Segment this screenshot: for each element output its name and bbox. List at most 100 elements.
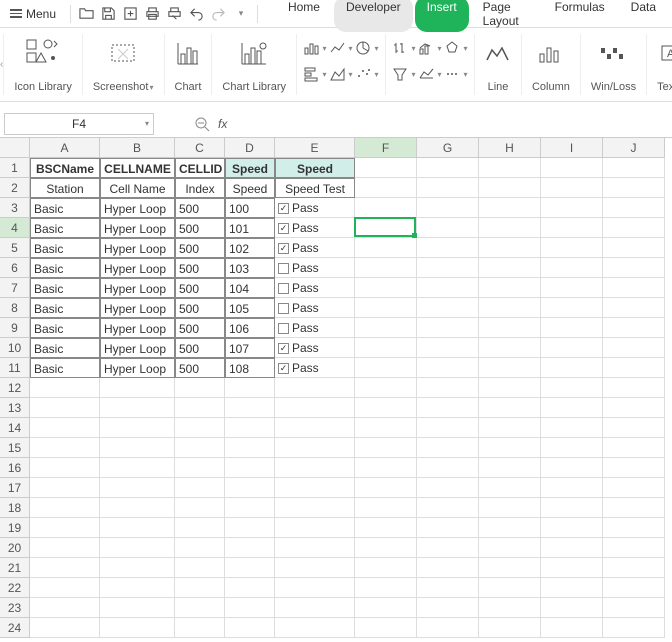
cell-F20[interactable] [355,538,417,558]
cell-H23[interactable] [479,598,541,618]
print-preview-icon[interactable] [167,6,183,22]
cell-G20[interactable] [417,538,479,558]
row-header-1[interactable]: 1 [0,158,30,178]
redo-icon[interactable] [211,6,227,22]
stock-chart-icon[interactable]: ▾ [392,36,416,60]
cell-F15[interactable] [355,438,417,458]
cell-H8[interactable] [479,298,541,318]
cell-E1[interactable]: Speed [275,158,355,178]
ribbon-group-sparkline-column[interactable]: Column [522,34,581,95]
column-header-F[interactable]: F [355,138,417,158]
cell-I20[interactable] [541,538,603,558]
customize-qat-icon[interactable]: ▾ [233,6,249,22]
row-header-22[interactable]: 22 [0,578,30,598]
cell-G14[interactable] [417,418,479,438]
cell-D24[interactable] [225,618,275,638]
cell-H22[interactable] [479,578,541,598]
cell-C6[interactable]: 500 [175,258,225,278]
cell-A23[interactable] [30,598,100,618]
cell-A19[interactable] [30,518,100,538]
cell-F23[interactable] [355,598,417,618]
cell-H13[interactable] [479,398,541,418]
cell-H9[interactable] [479,318,541,338]
cell-E3[interactable]: Pass [275,198,355,218]
cell-I7[interactable] [541,278,603,298]
cell-F17[interactable] [355,478,417,498]
cell-I15[interactable] [541,438,603,458]
cell-B15[interactable] [100,438,175,458]
cell-C3[interactable]: 500 [175,198,225,218]
ribbon-group-icon-library[interactable]: Icon Library [4,34,82,95]
cell-B10[interactable]: Hyper Loop [100,338,175,358]
cell-J2[interactable] [603,178,665,198]
cell-F6[interactable] [355,258,417,278]
cell-F14[interactable] [355,418,417,438]
cell-F7[interactable] [355,278,417,298]
cell-E6[interactable]: Pass [275,258,355,278]
cell-D10[interactable]: 107 [225,338,275,358]
cell-G18[interactable] [417,498,479,518]
cell-F11[interactable] [355,358,417,378]
cell-C5[interactable]: 500 [175,238,225,258]
cell-I8[interactable] [541,298,603,318]
cell-E2[interactable]: Speed Test [275,178,355,198]
fx-icon[interactable]: fx [218,117,227,131]
cell-E4[interactable]: Pass [275,218,355,238]
cell-B5[interactable]: Hyper Loop [100,238,175,258]
cell-F12[interactable] [355,378,417,398]
checkbox[interactable] [278,223,289,234]
cell-G16[interactable] [417,458,479,478]
cell-C22[interactable] [175,578,225,598]
cell-B4[interactable]: Hyper Loop [100,218,175,238]
cell-J15[interactable] [603,438,665,458]
cell-C23[interactable] [175,598,225,618]
cell-F22[interactable] [355,578,417,598]
cell-F16[interactable] [355,458,417,478]
cell-C14[interactable] [175,418,225,438]
cell-A14[interactable] [30,418,100,438]
cell-J10[interactable] [603,338,665,358]
radar-chart-icon[interactable]: ▾ [444,36,468,60]
cell-H20[interactable] [479,538,541,558]
row-header-24[interactable]: 24 [0,618,30,638]
cell-D14[interactable] [225,418,275,438]
cell-J16[interactable] [603,458,665,478]
cell-G22[interactable] [417,578,479,598]
cell-C2[interactable]: Index [175,178,225,198]
cell-D21[interactable] [225,558,275,578]
cell-I19[interactable] [541,518,603,538]
cell-I6[interactable] [541,258,603,278]
column-header-I[interactable]: I [541,138,603,158]
cell-B12[interactable] [100,378,175,398]
cell-G23[interactable] [417,598,479,618]
cell-C16[interactable] [175,458,225,478]
cell-J4[interactable] [603,218,665,238]
cell-J8[interactable] [603,298,665,318]
column-header-A[interactable]: A [30,138,100,158]
cell-E8[interactable]: Pass [275,298,355,318]
cell-B11[interactable]: Hyper Loop [100,358,175,378]
cell-A22[interactable] [30,578,100,598]
cell-B21[interactable] [100,558,175,578]
cell-A17[interactable] [30,478,100,498]
cell-I1[interactable] [541,158,603,178]
cell-I14[interactable] [541,418,603,438]
print-icon[interactable] [145,6,161,22]
cell-G6[interactable] [417,258,479,278]
name-box[interactable]: F4 ▾ [4,113,154,135]
cell-J13[interactable] [603,398,665,418]
column-header-B[interactable]: B [100,138,175,158]
ribbon-group-screenshot[interactable]: Screenshot▾ [83,34,165,95]
cell-I12[interactable] [541,378,603,398]
column-header-J[interactable]: J [603,138,665,158]
cell-C4[interactable]: 500 [175,218,225,238]
cell-B22[interactable] [100,578,175,598]
cell-F4[interactable] [355,218,417,238]
row-header-8[interactable]: 8 [0,298,30,318]
row-header-14[interactable]: 14 [0,418,30,438]
cell-H19[interactable] [479,518,541,538]
cell-E11[interactable]: Pass [275,358,355,378]
row-header-23[interactable]: 23 [0,598,30,618]
checkbox[interactable] [278,343,289,354]
cell-H14[interactable] [479,418,541,438]
